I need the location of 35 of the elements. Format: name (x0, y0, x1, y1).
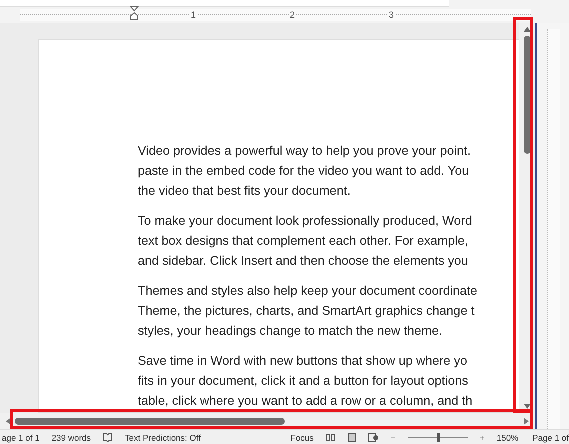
page-count[interactable]: age 1 of 1 (2, 432, 40, 442)
text-line: and sidebar. Click Insert and then choose the elements you (138, 253, 470, 270)
zoom-out-button[interactable]: − (390, 432, 396, 442)
print-layout-icon[interactable] (348, 433, 356, 442)
word-count[interactable]: 239 words (52, 432, 92, 442)
ruler-number: 1 (190, 9, 198, 21)
book-icon[interactable] (103, 433, 114, 442)
page-count[interactable]: Page 1 of (528, 432, 569, 442)
text-line: paste in the embed code for the video you want to add. You (138, 163, 470, 180)
text-line: Themes and styles also help keep your document coordinate (138, 283, 479, 300)
text-line: fits in your document, click it and a button for layout options (138, 373, 470, 390)
scroll-left-arrow-icon[interactable] (6, 418, 11, 424)
scroll-down-arrow-icon[interactable] (524, 404, 530, 409)
indent-marker-icon[interactable] (130, 6, 139, 21)
web-layout-icon[interactable] (368, 433, 379, 442)
scroll-right-arrow-icon[interactable] (524, 418, 529, 424)
text-predictions-status[interactable]: Text Predictions: Off (125, 432, 201, 442)
zoom-in-button[interactable]: + (480, 432, 485, 442)
text-line: Save time in Word with new buttons that show up where yo (138, 353, 468, 370)
text-line: text box designs that complement each other. For example, (138, 233, 470, 250)
text-line: styles, your headings change to match the new theme. (138, 323, 444, 340)
text-line: Video provides a powerful way to help you prove your point. (138, 143, 472, 160)
text-line: table, click where you want to add a row or a column, and th (138, 393, 474, 410)
horizontal-scrollbar-thumb[interactable] (15, 418, 285, 424)
ruler-number: 3 (388, 9, 396, 21)
ruler-number: 2 (289, 9, 296, 21)
scroll-up-arrow-icon[interactable] (524, 27, 530, 32)
text-line: Theme, the pictures, charts, and SmartArt graphics change t (138, 303, 476, 320)
zoom-percentage[interactable]: 150% (496, 432, 519, 442)
text-line: To make your document look professionally produced, Word (138, 213, 474, 230)
zoom-slider-thumb[interactable] (436, 433, 440, 442)
read-mode-icon[interactable] (326, 434, 336, 442)
text-line: the video that best fits your document. (138, 183, 352, 200)
vertical-scrollbar-thumb[interactable] (524, 36, 530, 154)
focus-button[interactable]: Focus (290, 432, 314, 442)
